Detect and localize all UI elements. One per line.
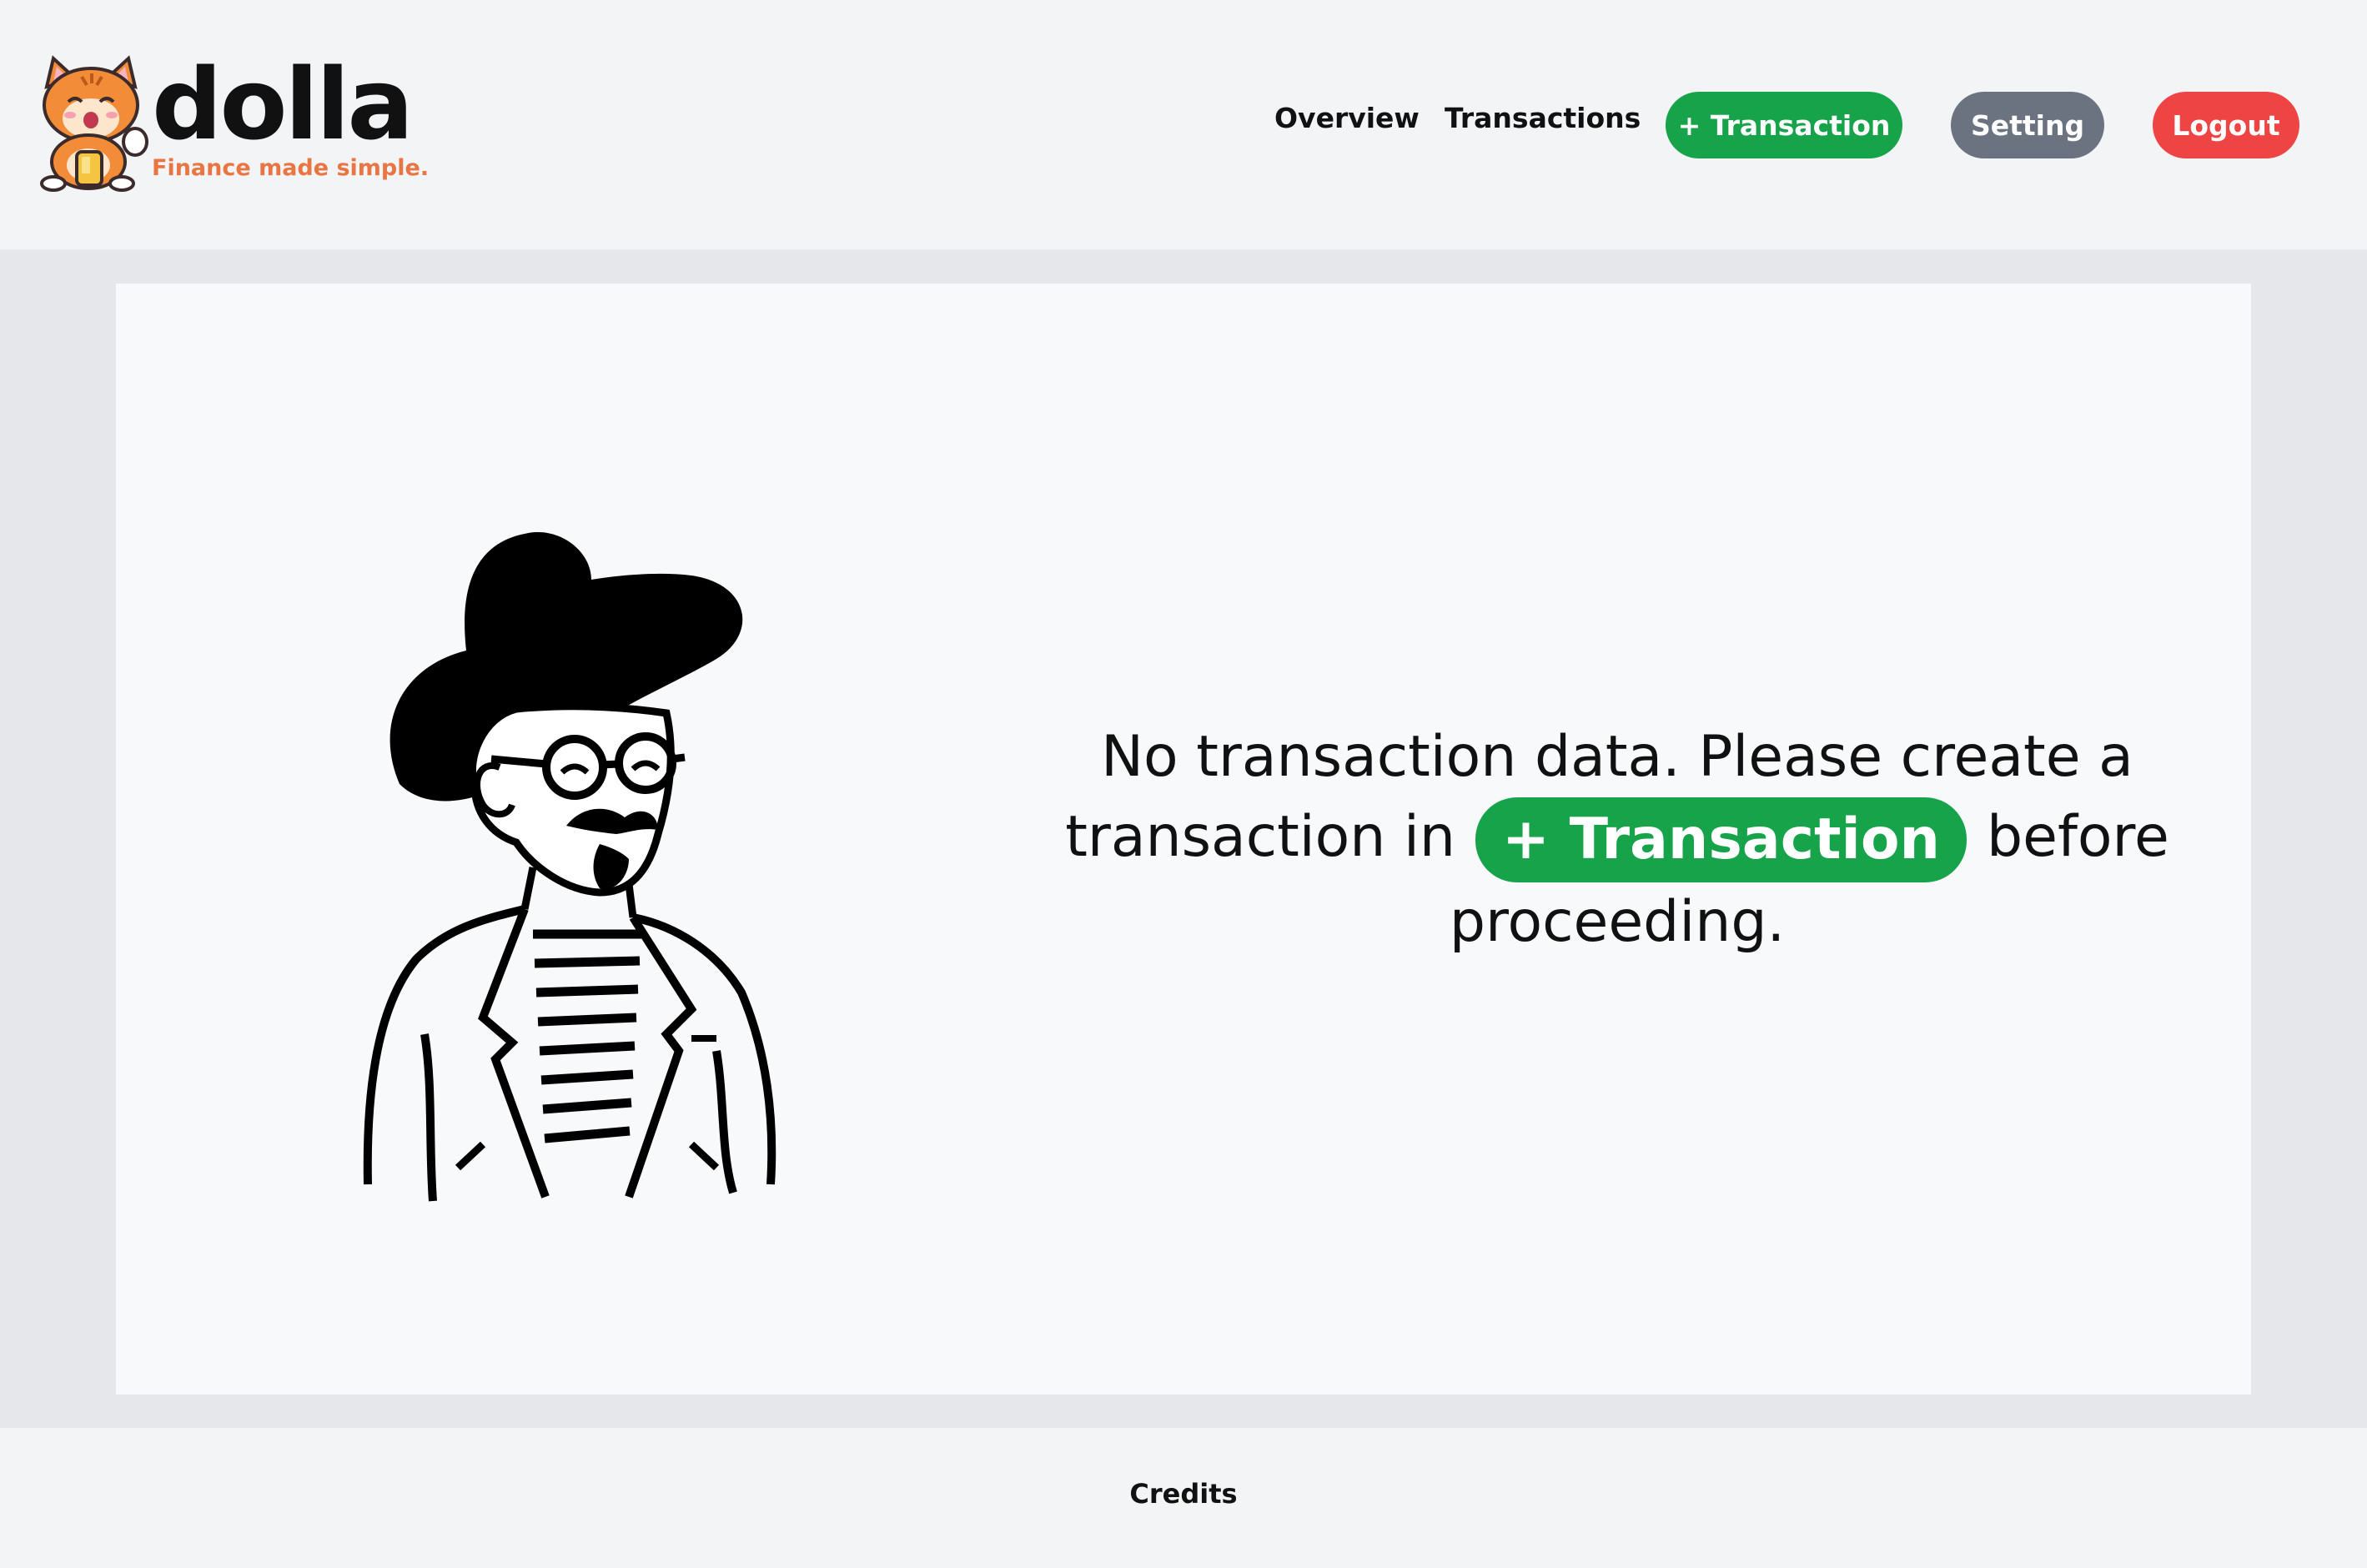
page-footer: Credits (0, 1428, 2367, 1568)
nav-overview-link[interactable]: Overview (1274, 102, 1420, 134)
brand-tagline: Finance made simple. (152, 155, 430, 181)
main-nav: Overview Transactions + Transaction Sett… (0, 92, 2367, 158)
top-header: dolla Finance made simple. Overview Tran… (0, 0, 2367, 249)
inline-add-transaction-button[interactable]: + Transaction (1475, 797, 1967, 883)
add-transaction-button[interactable]: + Transaction (1666, 92, 1902, 158)
logout-button[interactable]: Logout (2153, 92, 2299, 158)
setting-button[interactable]: Setting (1951, 92, 2104, 158)
nav-transactions-link[interactable]: Transactions (1445, 102, 1641, 134)
credits-link[interactable]: Credits (0, 1478, 2367, 1510)
empty-state-message: No transaction data. Please create a tra… (950, 717, 2284, 962)
man-with-hat-illustration (363, 532, 776, 1202)
main-content: No transaction data. Please create a tra… (116, 284, 2251, 1395)
